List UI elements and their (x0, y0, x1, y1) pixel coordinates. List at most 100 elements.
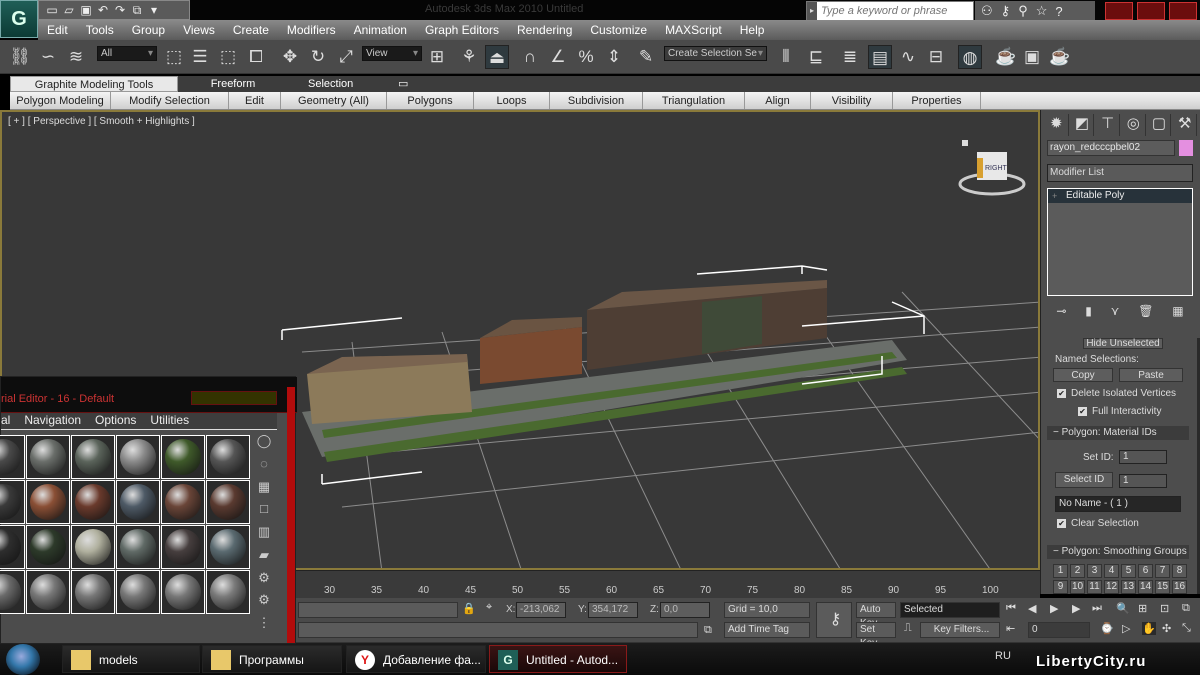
maximize-button[interactable] (1137, 2, 1165, 20)
add-time-tag-button[interactable]: Add Time Tag (724, 622, 810, 638)
menu-options[interactable]: Options (95, 413, 136, 429)
close-button[interactable] (1169, 2, 1197, 20)
panel-polygon-modeling[interactable]: Polygon Modeling (10, 92, 111, 109)
taskbar-item-programs[interactable]: Программы (202, 645, 342, 673)
project-folder-icon[interactable]: ⧉ (130, 3, 144, 17)
panel-loops[interactable]: Loops (474, 92, 550, 109)
options-icon[interactable]: ⚙ (258, 570, 270, 588)
material-editor-window-controls[interactable] (191, 391, 277, 405)
save-icon[interactable]: ▣ (79, 3, 93, 17)
show-end-result-icon[interactable]: ▮ (1085, 304, 1092, 320)
menu-animation[interactable]: Animation (345, 23, 416, 37)
set-id-spinner[interactable]: 1 (1119, 450, 1167, 464)
selection-filter-dropdown[interactable]: All (97, 46, 157, 61)
mirror-icon[interactable]: ⫴ (774, 45, 798, 69)
menu-help[interactable]: Help (731, 23, 774, 37)
key-filters-button[interactable]: Key Filters... (920, 622, 1000, 638)
zoom-icon[interactable]: 🔍 (1116, 602, 1130, 615)
menu-customize[interactable]: Customize (581, 23, 656, 37)
key-mode-dropdown[interactable]: Selected (900, 602, 1000, 618)
make-unique-icon[interactable]: ⋎ (1111, 304, 1120, 320)
angle-snap-icon[interactable]: ∠ (546, 45, 570, 69)
modifier-list-dropdown[interactable]: Modifier List (1047, 164, 1193, 182)
object-color-swatch[interactable] (1179, 140, 1193, 156)
orbit-icon[interactable]: ✣ (1162, 622, 1171, 635)
material-slot[interactable] (206, 480, 250, 524)
smoothing-group-button[interactable]: 8 (1172, 564, 1187, 578)
material-slot[interactable] (161, 435, 205, 479)
pivot-center-icon[interactable]: ⊞ (425, 45, 449, 69)
smoothing-group-button[interactable]: 15 (1155, 580, 1170, 594)
x-coordinate-field[interactable]: -213,062 (516, 602, 566, 618)
panel-visibility[interactable]: Visibility (811, 92, 893, 109)
panel-properties[interactable]: Properties (893, 92, 981, 109)
pin-stack-icon[interactable]: ⊸ (1056, 304, 1066, 320)
delete-isolated-vertices-checkbox[interactable]: Delete Isolated Vertices (1057, 388, 1176, 399)
select-by-material-icon[interactable]: ⚙ (258, 592, 270, 610)
smoothing-group-button[interactable]: 11 (1087, 580, 1102, 594)
home-icon[interactable] (962, 140, 968, 146)
material-slot[interactable] (116, 435, 160, 479)
object-name-field[interactable]: rayon_redcccpbel02 (1047, 140, 1175, 156)
menu-navigation[interactable]: Navigation (24, 413, 81, 429)
smoothing-group-button[interactable]: 3 (1087, 564, 1102, 578)
time-configuration-icon[interactable]: ⌚ (1100, 622, 1114, 635)
smoothing-group-button[interactable]: 6 (1138, 564, 1153, 578)
satellite-icon[interactable]: ⚲ (1018, 3, 1028, 19)
menu-group[interactable]: Group (123, 23, 174, 37)
smoothing-group-button[interactable]: 10 (1070, 580, 1085, 594)
rectangular-selection-icon[interactable]: ⬚ (216, 45, 240, 69)
binoculars-icon[interactable]: ⚇ (981, 3, 993, 19)
zoom-extents-icon[interactable]: ⊡ (1160, 602, 1169, 615)
panel-geometry-all[interactable]: Geometry (All) (281, 92, 387, 109)
material-slot[interactable] (116, 480, 160, 524)
configure-modifier-sets-icon[interactable]: ▦ (1172, 304, 1183, 320)
undo-icon[interactable]: ↶ (96, 3, 110, 17)
qat-dropdown-icon[interactable]: ▾ (147, 3, 161, 17)
menu-views[interactable]: Views (174, 23, 224, 37)
background-icon[interactable]: ▦ (258, 479, 270, 497)
bind-space-warp-icon[interactable]: ≋ (64, 45, 88, 69)
rollout-smoothing-groups[interactable]: − Polygon: Smoothing Groups (1047, 545, 1189, 559)
material-slot[interactable] (26, 525, 70, 569)
material-slot[interactable] (161, 570, 205, 614)
select-manipulate-icon[interactable]: ⚘ (457, 45, 481, 69)
menu-utilities[interactable]: Utilities (150, 413, 189, 429)
material-slot[interactable] (26, 480, 70, 524)
graphite-toggle-icon[interactable]: ▤ (868, 45, 892, 69)
select-by-name-icon[interactable]: ☰ (188, 45, 212, 69)
render-setup-icon[interactable]: ☕ (994, 45, 1018, 69)
lock-selection-icon[interactable]: 🔒 (462, 602, 476, 615)
menu-tools[interactable]: Tools (77, 23, 123, 37)
track-bar[interactable]: 30 35 40 45 50 55 60 65 70 75 80 85 90 95 100 (296, 570, 1040, 598)
maximize-viewport-icon[interactable]: ⤡ (1182, 622, 1191, 635)
field-of-view-icon[interactable]: ▷ (1122, 622, 1130, 635)
smoothing-group-button[interactable]: 14 (1138, 580, 1153, 594)
absolute-mode-icon[interactable]: ⌖ (486, 601, 492, 614)
hierarchy-icon[interactable]: ⊤ (1096, 114, 1121, 136)
material-slot[interactable] (71, 435, 115, 479)
taskbar-item-yandex-browser[interactable]: Y Добавление фа... (346, 645, 486, 673)
keyboard-shortcut-override-icon[interactable]: ⏏ (485, 45, 509, 69)
material-map-navigator-icon[interactable]: ⋮ (258, 615, 271, 633)
modify-icon[interactable]: ◩ (1071, 114, 1095, 136)
spinner-snap-icon[interactable]: ⇕ (602, 45, 626, 69)
paste-button[interactable]: Paste (1119, 368, 1183, 382)
copy-button[interactable]: Copy (1053, 368, 1113, 382)
display-icon[interactable]: ▢ (1148, 114, 1172, 136)
hide-unselected-button[interactable]: Hide Unselected (1083, 338, 1163, 349)
rendered-frame-window-icon[interactable]: ▣ (1020, 45, 1044, 69)
smoothing-group-button[interactable]: 12 (1104, 580, 1119, 594)
smoothing-group-button[interactable]: 7 (1155, 564, 1170, 578)
y-coordinate-field[interactable]: 354,172 (588, 602, 638, 618)
material-slot[interactable] (0, 570, 25, 614)
tab-graphite-modeling-tools[interactable]: Graphite Modeling Tools (10, 76, 178, 92)
key-mode-toggle-icon[interactable]: ⇤ (1006, 622, 1015, 635)
menu-rendering[interactable]: Rendering (508, 23, 581, 37)
zoom-extents-all-icon[interactable]: ⧉ (1182, 602, 1190, 615)
material-slot[interactable] (71, 525, 115, 569)
material-slot[interactable] (206, 570, 250, 614)
menu-create[interactable]: Create (224, 23, 278, 37)
percent-snap-icon[interactable]: % (574, 45, 598, 69)
red-scrollbar[interactable] (287, 387, 295, 643)
